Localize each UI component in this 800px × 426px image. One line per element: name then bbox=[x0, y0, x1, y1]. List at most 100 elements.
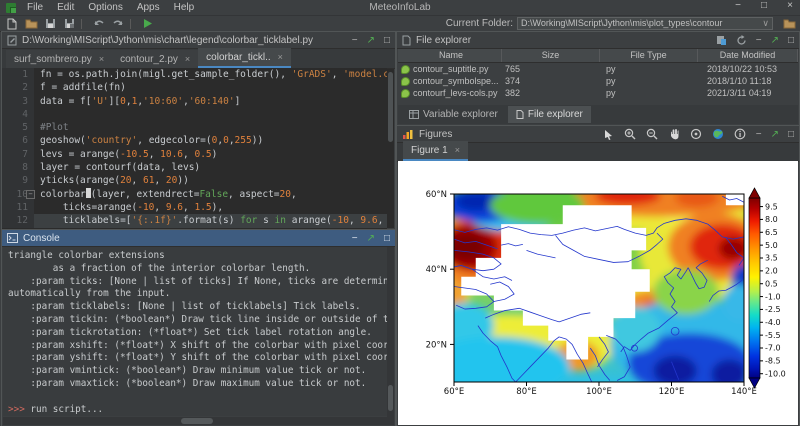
save-button[interactable] bbox=[43, 18, 57, 30]
window-minimize-button[interactable]: − bbox=[732, 0, 744, 11]
run-script-button[interactable] bbox=[141, 18, 155, 30]
editor-file-path: D:\Working\MIScript\Jython\mis\chart\leg… bbox=[22, 35, 313, 46]
select-cursor-icon[interactable] bbox=[602, 128, 615, 141]
menu-edit[interactable]: Edit bbox=[50, 2, 81, 13]
current-folder-combobox[interactable]: D:\Working\MIScript\Jython\mis\plot_type… bbox=[517, 17, 773, 30]
tab-colorbar-ticklabel[interactable]: colorbar_tickl..× bbox=[198, 48, 291, 68]
tab-surf-sombrero[interactable]: surf_sombrero.py× bbox=[6, 50, 112, 68]
chevron-down-icon[interactable]: ∨ bbox=[762, 18, 769, 29]
code-line[interactable]: 5#Plot bbox=[2, 121, 387, 134]
toolbar-separator bbox=[130, 19, 131, 29]
svg-text:-10.0: -10.0 bbox=[765, 369, 786, 378]
window-maximize-button[interactable]: □ bbox=[758, 0, 770, 11]
code-line[interactable]: 7levs = arange(-10.5, 10.6, 0.5) bbox=[2, 148, 387, 161]
new-file-button[interactable] bbox=[5, 18, 19, 30]
refresh-icon[interactable] bbox=[736, 35, 747, 46]
tab-variable-explorer[interactable]: Variable explorer bbox=[401, 106, 506, 123]
code-line[interactable]: 8layer = contourf(data, levs) bbox=[2, 161, 387, 174]
code-line[interactable]: 10−colorbar(layer, extendrect=False, asp… bbox=[2, 188, 387, 201]
editor-tab-bar: surf_sombrero.py× contour_2.py× colorbar… bbox=[2, 49, 395, 69]
globe-icon[interactable] bbox=[712, 128, 725, 141]
chart-icon bbox=[402, 129, 414, 140]
figures-float-button[interactable]: ↗ bbox=[771, 129, 779, 140]
console-line: >>> run script... bbox=[8, 404, 387, 416]
code-editor[interactable]: 1fn = os.path.join(migl.get_sample_folde… bbox=[2, 68, 387, 229]
figures-maximize-button[interactable]: □ bbox=[788, 129, 794, 140]
contour-map[interactable]: 60°E80°E100°E120°E140°E20°N40°N60°N 9.58… bbox=[398, 161, 798, 425]
zoom-in-icon[interactable] bbox=[624, 128, 637, 141]
menu-help[interactable]: Help bbox=[167, 2, 202, 13]
pan-hand-icon[interactable] bbox=[668, 128, 681, 141]
menu-file[interactable]: File bbox=[20, 2, 50, 13]
file-explorer-header: File explorer − ↗ □ bbox=[397, 32, 799, 49]
editor-panel: D:\Working\MIScript\Jython\mis\chart\leg… bbox=[1, 31, 396, 230]
tab-file-explorer[interactable]: File explorer bbox=[508, 106, 591, 123]
full-extent-icon[interactable] bbox=[690, 128, 703, 141]
menu-options[interactable]: Options bbox=[81, 2, 129, 13]
files-float-button[interactable]: ↗ bbox=[771, 35, 779, 46]
save-as-button[interactable] bbox=[62, 18, 76, 30]
console-header: Console − ↗ □ bbox=[2, 230, 395, 247]
editor-float-button[interactable]: ↗ bbox=[367, 35, 375, 46]
tab-contour-2[interactable]: contour_2.py× bbox=[112, 50, 198, 68]
close-icon[interactable]: × bbox=[278, 52, 283, 62]
line-number: 7 bbox=[2, 148, 34, 161]
svg-text:20°N: 20°N bbox=[426, 340, 447, 350]
figures-minimize-button[interactable]: − bbox=[756, 129, 762, 140]
file-table-header[interactable]: Name Size File Type Date Modified bbox=[398, 49, 798, 63]
svg-text:140°E: 140°E bbox=[731, 387, 757, 397]
line-number: 5 bbox=[2, 121, 34, 134]
redo-button[interactable] bbox=[111, 18, 125, 30]
editor-scrollbar[interactable] bbox=[387, 69, 394, 228]
window-close-button[interactable]: × bbox=[784, 0, 796, 11]
console-line: triangle colorbar extensions bbox=[8, 250, 387, 263]
code-line[interactable]: 6geoshow('country', edgecolor=(0,0,255)) bbox=[2, 134, 387, 147]
code-line[interactable]: 4 bbox=[2, 108, 387, 121]
line-number: 9 bbox=[2, 174, 34, 187]
console-float-button[interactable]: ↗ bbox=[367, 233, 375, 244]
close-icon[interactable]: × bbox=[455, 145, 460, 155]
paste-path-icon[interactable] bbox=[716, 35, 727, 46]
files-maximize-button[interactable]: □ bbox=[788, 35, 794, 46]
line-number: 2 bbox=[2, 81, 34, 94]
file-icon bbox=[516, 110, 524, 119]
zoom-out-icon[interactable] bbox=[646, 128, 659, 141]
svg-text:2.0: 2.0 bbox=[765, 267, 778, 276]
console-minimize-button[interactable]: − bbox=[352, 233, 358, 244]
file-row[interactable]: contour_suptitle.py765py2018/10/22 10:53 bbox=[398, 63, 798, 75]
column-file-type: File Type bbox=[600, 49, 698, 62]
tab-figure-1[interactable]: Figure 1× bbox=[403, 141, 468, 161]
line-number: 4 bbox=[2, 108, 34, 121]
browse-folder-button[interactable] bbox=[782, 18, 796, 30]
console-output[interactable]: triangle colorbar extensions as a fracti… bbox=[3, 247, 387, 416]
code-line[interactable]: 12 ticklabels=['{:.1f}'.format(s) for s … bbox=[2, 214, 387, 227]
figure-canvas[interactable]: 60°E80°E100°E120°E140°E20°N40°N60°N 9.58… bbox=[398, 161, 798, 425]
console-line: :param ticks: [None | list of ticks] If … bbox=[8, 276, 387, 289]
svg-text:60°N: 60°N bbox=[426, 190, 447, 200]
console-maximize-button[interactable]: □ bbox=[384, 233, 390, 244]
code-line[interactable]: 1fn = os.path.join(migl.get_sample_folde… bbox=[2, 68, 387, 81]
editor-maximize-button[interactable]: □ bbox=[384, 35, 390, 46]
svg-text:-2.5: -2.5 bbox=[765, 305, 781, 314]
svg-text:-7.0: -7.0 bbox=[765, 344, 781, 353]
file-row[interactable]: contour_symbolspe...374py2018/1/10 11:18 bbox=[398, 75, 798, 87]
code-line[interactable]: 2f = addfile(fn) bbox=[2, 81, 387, 94]
undo-button[interactable] bbox=[92, 18, 106, 30]
fold-marker-icon[interactable]: − bbox=[26, 190, 35, 199]
file-row[interactable]: contourf_levs-cols.py382py2021/3/11 04:1… bbox=[398, 87, 798, 99]
close-icon[interactable]: × bbox=[185, 54, 190, 64]
close-icon[interactable]: × bbox=[99, 54, 104, 64]
console-line: :param ticklabels: [None | list of tickl… bbox=[8, 301, 387, 314]
editor-minimize-button[interactable]: − bbox=[352, 35, 358, 46]
console-vscrollbar[interactable] bbox=[387, 247, 394, 425]
menu-apps[interactable]: Apps bbox=[130, 2, 167, 13]
column-date-modified: Date Modified bbox=[698, 49, 798, 62]
console-hscrollbar[interactable] bbox=[3, 417, 387, 425]
code-line[interactable]: 3data = f['U'][0,1,'10:60','60:140'] bbox=[2, 95, 387, 108]
open-file-button[interactable] bbox=[24, 18, 38, 30]
figure-tab-bar: Figure 1× bbox=[397, 143, 799, 162]
code-line[interactable]: 11 ticks=arange(-10, 9.6, 1.5), bbox=[2, 201, 387, 214]
code-line[interactable]: 9yticks(arange(20, 61, 20)) bbox=[2, 174, 387, 187]
files-minimize-button[interactable]: − bbox=[756, 35, 762, 46]
identify-info-icon[interactable] bbox=[734, 128, 747, 141]
